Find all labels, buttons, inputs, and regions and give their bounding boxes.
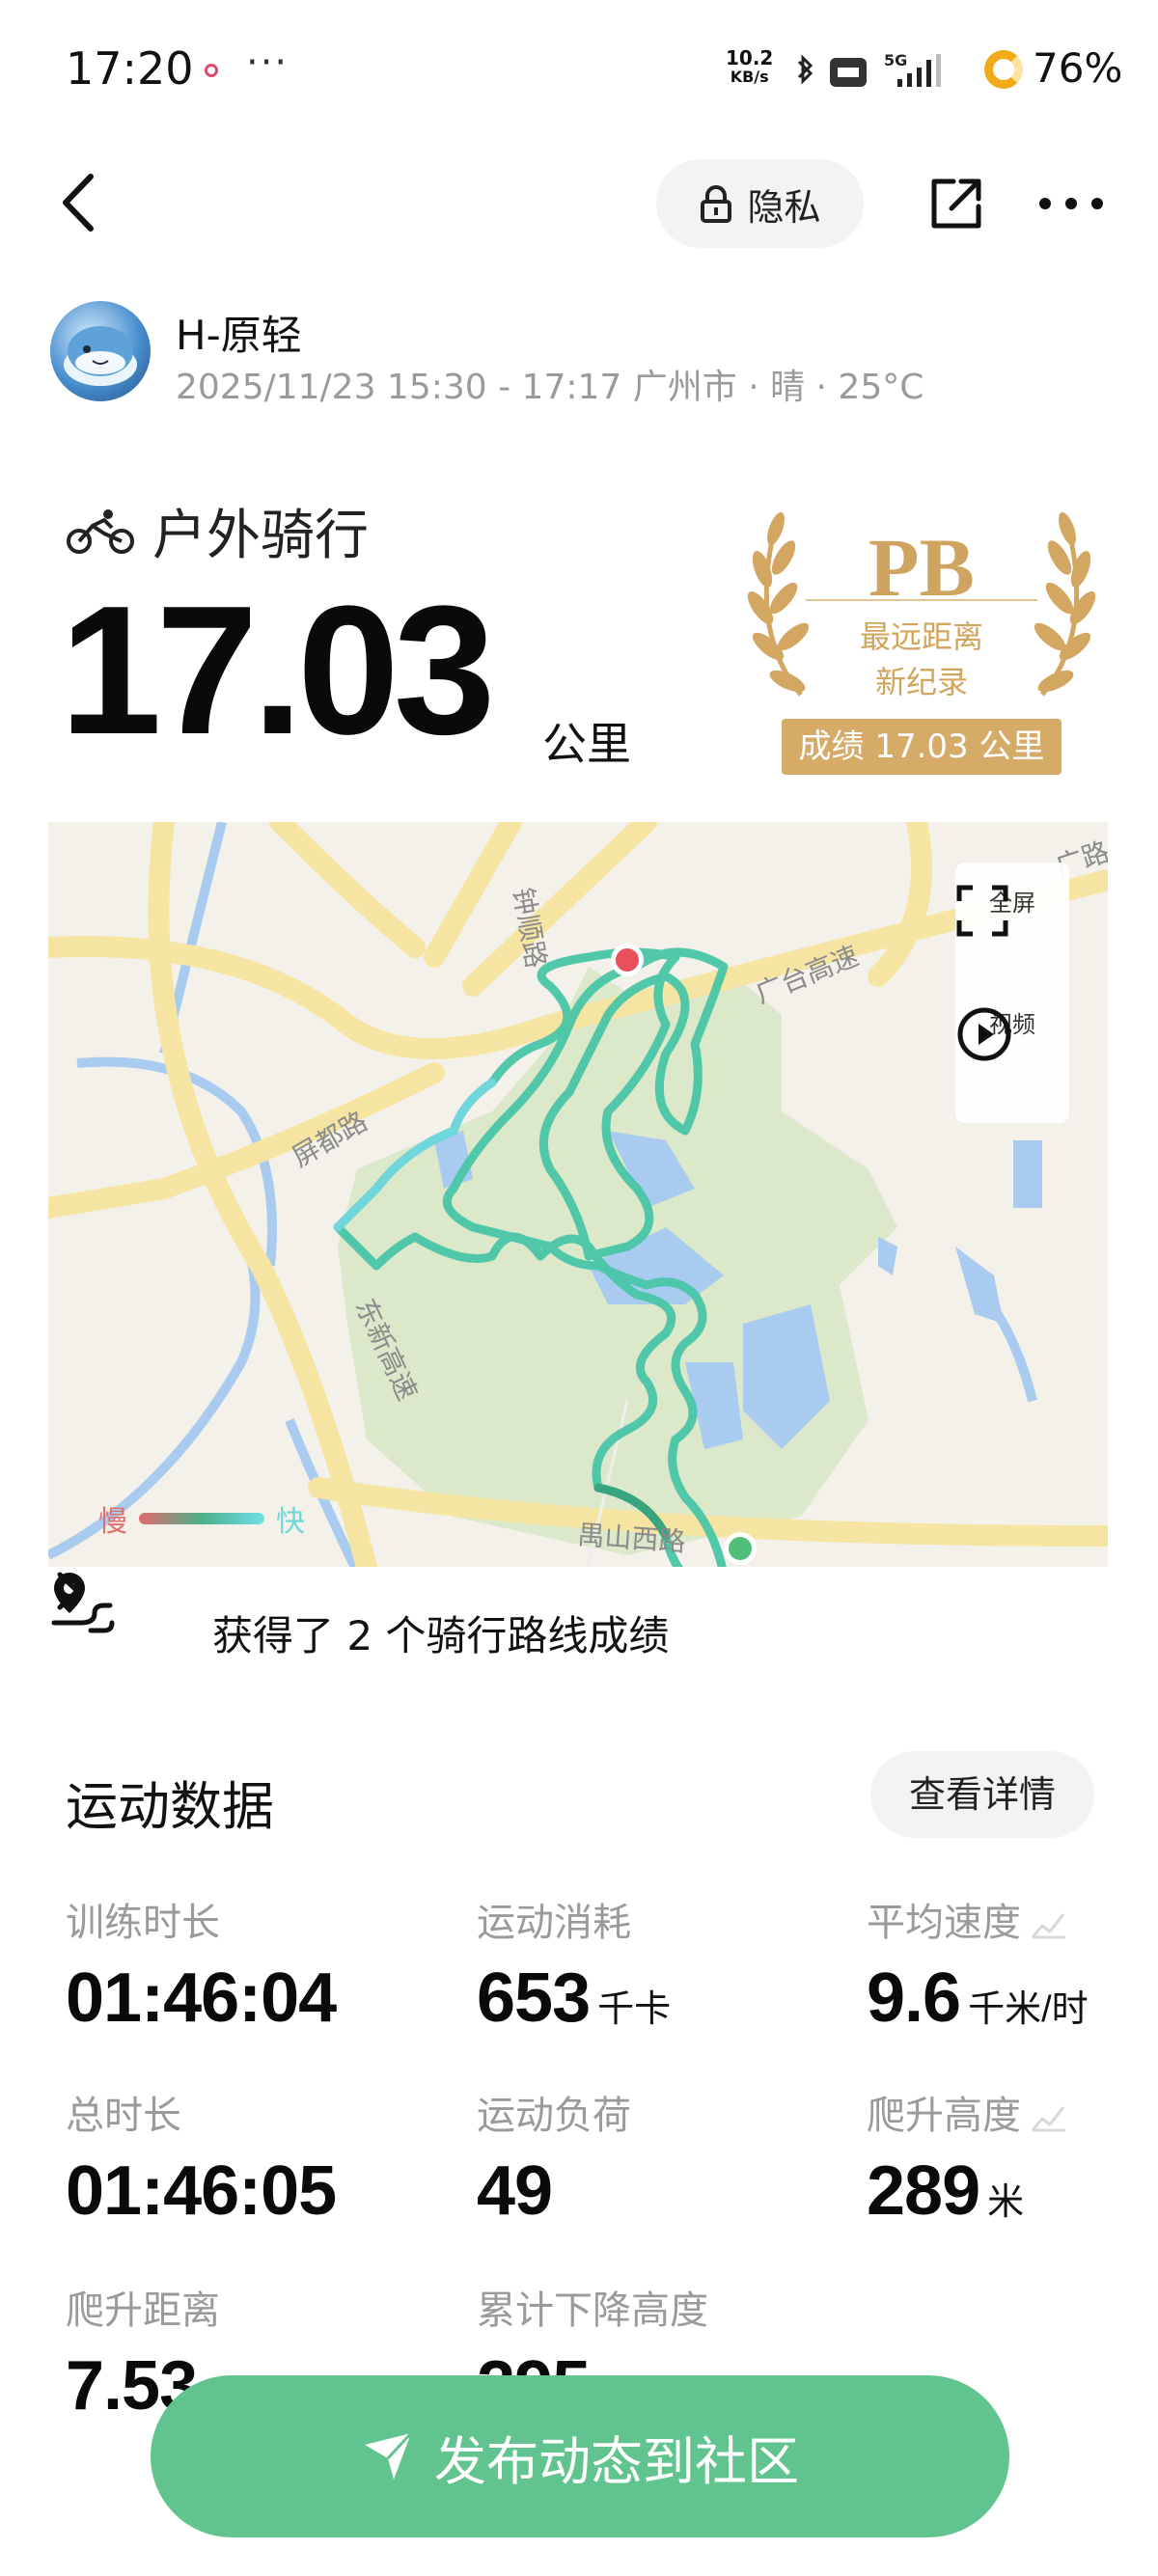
status-icons: 5G [797,51,941,87]
trend-chart-icon [1031,2106,1065,2132]
stat-avg-speed[interactable]: 平均速度 9.6 千米/时 [867,1891,1089,2038]
stat-elevation-gain[interactable]: 爬升高度 289 米 [867,2084,1067,2231]
whale-avatar-icon [64,326,137,386]
stat-unit: 千卡 [597,1989,672,2030]
stat-value-number: 9.6 [867,1959,961,2037]
avatar[interactable] [50,301,151,401]
privacy-label: 隐私 [747,185,821,229]
fullscreen-icon [956,885,1008,937]
stat-value: 01:46:05 [66,2151,337,2231]
stat-value-number: 01:46:05 [66,2152,337,2230]
speed-gradient-bar [139,1513,264,1524]
map-controls: 全屏 视频 [955,863,1069,1123]
distance-unit: 公里 [542,718,631,770]
stat-value-number: 653 [477,1959,591,2037]
activity-type: 户外骑行 [152,505,369,567]
send-icon [365,2431,413,2480]
pb-line2: 新纪录 [874,664,968,700]
chevron-right-icon [57,1572,80,1610]
more-horizontal-icon [1039,198,1103,209]
stat-unit: 米 [987,2182,1025,2223]
distance-value: 17.03 [60,568,495,773]
stat-training-duration: 训练时长 01:46:04 [66,1891,337,2038]
stat-label: 平均速度 [867,1891,1089,1947]
stat-label: 运动负荷 [477,2094,631,2138]
publish-to-community-button[interactable]: 发布动态到社区 [151,2375,1009,2537]
video-button[interactable]: 视频 [955,1005,1069,1061]
stat-value: 01:46:04 [66,1959,337,2038]
play-circle-icon [957,1007,1011,1061]
stat-label: 爬升高度 [867,2084,1067,2140]
activity-type-row: 户外骑行 [66,492,369,570]
route-achievement-row[interactable]: 获得了 2 个骑行路线成绩 [48,1567,1108,1690]
network-speed-value: 10.2 [726,46,774,69]
export-icon [931,178,981,229]
start-marker-icon [611,944,644,976]
fullscreen-button[interactable]: 全屏 [955,884,1069,937]
stat-value: 9.6 千米/时 [867,1959,1089,2038]
back-button[interactable] [54,169,102,236]
stat-value: 289 米 [867,2151,1067,2231]
stat-value-number: 289 [867,2152,980,2230]
lock-icon [701,185,732,223]
stats-title: 运动数据 [66,1776,274,1837]
trend-chart-icon [1031,1913,1065,1939]
privacy-button[interactable]: 隐私 [656,159,864,248]
stat-label-text: 平均速度 [867,1901,1021,1945]
speed-legend: 慢 快 [98,1497,305,1540]
nfc-icon [830,58,867,87]
end-marker-icon [724,1532,757,1565]
stat-label: 爬升距离 [66,2288,220,2333]
notification-dot-icon [205,64,218,77]
stat-label: 总时长 [66,2094,181,2138]
route-map[interactable]: 钟顺路 广台高速 屏都路 东新高速 禺山西路 广路 全屏 视频 慢 快 获得了 … [48,822,1108,1690]
stat-value-number: 49 [477,2152,553,2230]
stat-value-number: 01:46:04 [66,1959,337,2037]
stat-training-load: 运动负荷 49 [477,2084,631,2231]
pb-line1: 最远距离 [859,618,983,655]
route-achievement-text: 获得了 2 个骑行路线成绩 [212,1612,670,1659]
stat-label: 累计下降高度 [477,2288,708,2333]
pb-title: PB [868,521,975,614]
stat-total-duration: 总时长 01:46:05 [66,2084,337,2231]
activity-meta: 2025/11/23 15:30 - 17:17 广州市 · 晴 · 25°C [176,368,924,407]
publish-label: 发布动态到社区 [434,2430,799,2492]
user-name[interactable]: H-原轻 [176,303,302,362]
stat-label-text: 爬升高度 [867,2094,1021,2138]
stat-value: 49 [477,2151,631,2231]
network-speed: 10.2 KB/s [726,48,773,87]
stat-calories: 运动消耗 653 千卡 [477,1891,671,2038]
stat-label: 运动消耗 [477,1901,631,1945]
more-options-button[interactable] [1037,189,1105,218]
battery-level: 76% [1033,44,1123,92]
stat-label: 训练时长 [66,1901,220,1945]
view-details-button[interactable]: 查看详情 [870,1751,1094,1838]
battery-icon [984,50,1023,89]
map-canvas: 钟顺路 广台高速 屏都路 东新高速 禺山西路 广路 [48,822,1108,1690]
share-button[interactable] [928,176,984,232]
pb-record: 成绩 17.03 公里 [782,719,1062,775]
legend-fast: 快 [276,1505,305,1539]
road-label-yushan: 禺山西路 [577,1519,687,1558]
bluetooth-icon [797,54,813,85]
stat-unit: 千米/时 [968,1989,1089,2030]
stat-value: 653 千卡 [477,1959,671,2038]
chevron-left-icon [63,174,94,232]
status-more-icon: ··· [246,41,290,85]
pb-badge[interactable]: PB 最远距离 新纪录 成绩 17.03 公里 [733,502,1110,781]
legend-slow: 慢 [98,1505,127,1539]
status-bar: 17:20 ··· 10.2 KB/s 5G 76% [0,0,1158,135]
network-type: 5G [884,51,907,69]
status-time: 17:20 [66,42,194,95]
cycling-icon [67,508,134,554]
signal-icon: 5G [884,51,941,87]
network-speed-unit: KB/s [730,68,769,86]
